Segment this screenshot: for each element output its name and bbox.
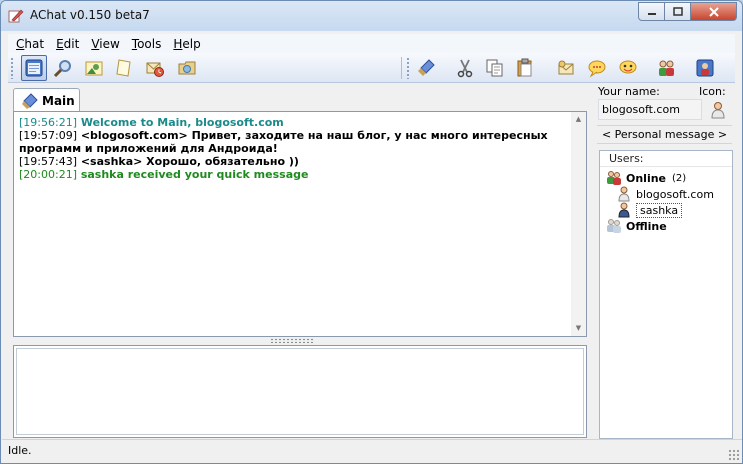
online-group-icon xyxy=(607,171,621,185)
scroll-up-icon[interactable]: ▲ xyxy=(574,115,583,124)
message-button[interactable] xyxy=(584,55,610,81)
paste-icon xyxy=(517,58,532,77)
message-input[interactable] xyxy=(16,348,584,435)
pane-splitter[interactable] xyxy=(270,338,314,343)
menu-chat[interactable]: Chat xyxy=(8,34,48,53)
paste-button[interactable] xyxy=(512,55,538,81)
user-name: blogosoft.com xyxy=(636,187,714,201)
maximize-button[interactable] xyxy=(665,2,691,21)
chat-message: [19:57:09] <blogosoft.com> Привет, заход… xyxy=(19,129,569,155)
message-input-frame xyxy=(13,345,587,438)
chat-pane: Main [19:56:21] Welcome to Main, blogoso… xyxy=(8,87,588,439)
close-button[interactable] xyxy=(691,2,737,21)
user-item[interactable]: blogosoft.com xyxy=(616,186,714,202)
chat-log[interactable]: [19:56:21] Welcome to Main, blogosoft.co… xyxy=(19,116,569,334)
mail-clock-icon xyxy=(146,62,164,77)
chat-window-icon xyxy=(25,59,43,77)
user-name: sashka xyxy=(636,202,683,218)
users-header: Users: xyxy=(600,151,732,167)
folder-icon xyxy=(178,61,196,75)
chat-window-button[interactable] xyxy=(21,55,47,81)
window-title: AChat v0.150 beta7 xyxy=(30,8,150,22)
message-text: <sashka> Хорошо, обязательно )) xyxy=(77,155,299,168)
name-field[interactable]: blogosoft.com xyxy=(598,99,702,120)
chat-scrollbar[interactable]: ▲ ▼ xyxy=(571,112,586,336)
note-icon xyxy=(116,59,131,77)
online-count: (2) xyxy=(672,172,687,184)
message-time: [19:56:21] xyxy=(19,116,77,129)
status-bar: Idle. xyxy=(2,439,742,463)
scroll-down-icon[interactable]: ▼ xyxy=(574,324,583,333)
chat-message: [20:00:21] sashka received your quick me… xyxy=(19,168,569,181)
close-icon xyxy=(708,6,719,17)
message-text: Welcome to Main, blogosoft.com xyxy=(77,116,284,129)
cut-button[interactable] xyxy=(452,55,478,81)
resize-grip[interactable] xyxy=(728,449,740,461)
copy-icon xyxy=(486,59,503,77)
personal-message-button[interactable]: < Personal message > xyxy=(597,125,732,144)
envelope-icon xyxy=(558,60,574,75)
image-button[interactable] xyxy=(81,55,107,81)
your-name-label: Your name: xyxy=(598,85,660,98)
menu-tools[interactable]: Tools xyxy=(124,34,166,53)
users-button[interactable] xyxy=(653,55,679,81)
users-icon xyxy=(659,60,674,76)
folder-button[interactable] xyxy=(174,55,200,81)
image-icon xyxy=(85,61,103,76)
cut-icon xyxy=(457,59,473,78)
settings-user-button[interactable] xyxy=(692,55,718,81)
chat-log-frame: [19:56:21] Welcome to Main, blogosoft.co… xyxy=(13,111,587,337)
toolbar xyxy=(8,53,735,83)
message-time: [20:00:21] xyxy=(19,168,77,181)
message-text: sashka received your quick message xyxy=(77,168,309,181)
menu-edit[interactable]: Edit xyxy=(48,34,83,53)
note-button[interactable] xyxy=(111,55,137,81)
toolbar-separator xyxy=(401,57,402,79)
message-time: [19:57:43] xyxy=(19,155,77,168)
minimize-icon xyxy=(647,12,656,15)
tab-main-label: Main xyxy=(42,93,75,108)
user-avatar-icon[interactable] xyxy=(709,101,727,119)
mail-clock-button[interactable] xyxy=(142,55,168,81)
clear-brush-icon xyxy=(418,59,435,76)
message-text: <blogosoft.com> Привет, заходите на наш … xyxy=(19,129,552,155)
offline-group-icon xyxy=(607,219,621,233)
envelope-button[interactable] xyxy=(553,55,579,81)
user-icon xyxy=(618,186,630,202)
menu-help[interactable]: Help xyxy=(165,34,204,53)
maximize-icon xyxy=(672,6,683,16)
user-item[interactable]: sashka xyxy=(616,202,683,218)
chat-message: [19:56:21] Welcome to Main, blogosoft.co… xyxy=(19,116,569,129)
toolbar-grip[interactable] xyxy=(406,57,410,79)
user-icon xyxy=(618,202,630,218)
minimize-button[interactable] xyxy=(638,2,665,21)
chat-message: [19:57:43] <sashka> Хорошо, обязательно … xyxy=(19,155,569,168)
menu-view[interactable]: View xyxy=(83,34,123,53)
online-label: Online xyxy=(626,171,667,185)
message-time: [19:57:09] xyxy=(19,129,77,142)
search-icon xyxy=(53,60,71,78)
group-offline[interactable]: Offline xyxy=(606,218,667,234)
icon-label: Icon: xyxy=(699,85,726,98)
search-button[interactable] xyxy=(50,55,76,81)
status-text: Idle. xyxy=(8,444,32,457)
title-bar[interactable]: AChat v0.150 beta7 xyxy=(1,1,742,31)
copy-button[interactable] xyxy=(482,55,508,81)
user-sidebar: Your name: Icon: blogosoft.com < Persona… xyxy=(596,83,736,439)
tab-main[interactable]: Main xyxy=(13,88,80,112)
window-controls xyxy=(638,2,737,21)
menu-bar: Chat Edit View Tools Help xyxy=(8,34,735,53)
settings-user-icon xyxy=(696,59,714,77)
toolbar-grip[interactable] xyxy=(10,57,14,79)
offline-label: Offline xyxy=(626,219,667,233)
chat-room-icon xyxy=(22,92,38,109)
users-list: Users: Online (2) blogosoft.com sashka O… xyxy=(599,150,733,439)
smiley-icon xyxy=(619,60,637,74)
app-window: AChat v0.150 beta7 Chat Edit View Tools … xyxy=(0,0,743,464)
app-icon xyxy=(8,9,24,23)
smiley-button[interactable] xyxy=(615,55,641,81)
clear-button[interactable] xyxy=(414,55,440,81)
speech-bubble-icon xyxy=(588,60,606,78)
group-online[interactable]: Online (2) xyxy=(606,170,686,186)
